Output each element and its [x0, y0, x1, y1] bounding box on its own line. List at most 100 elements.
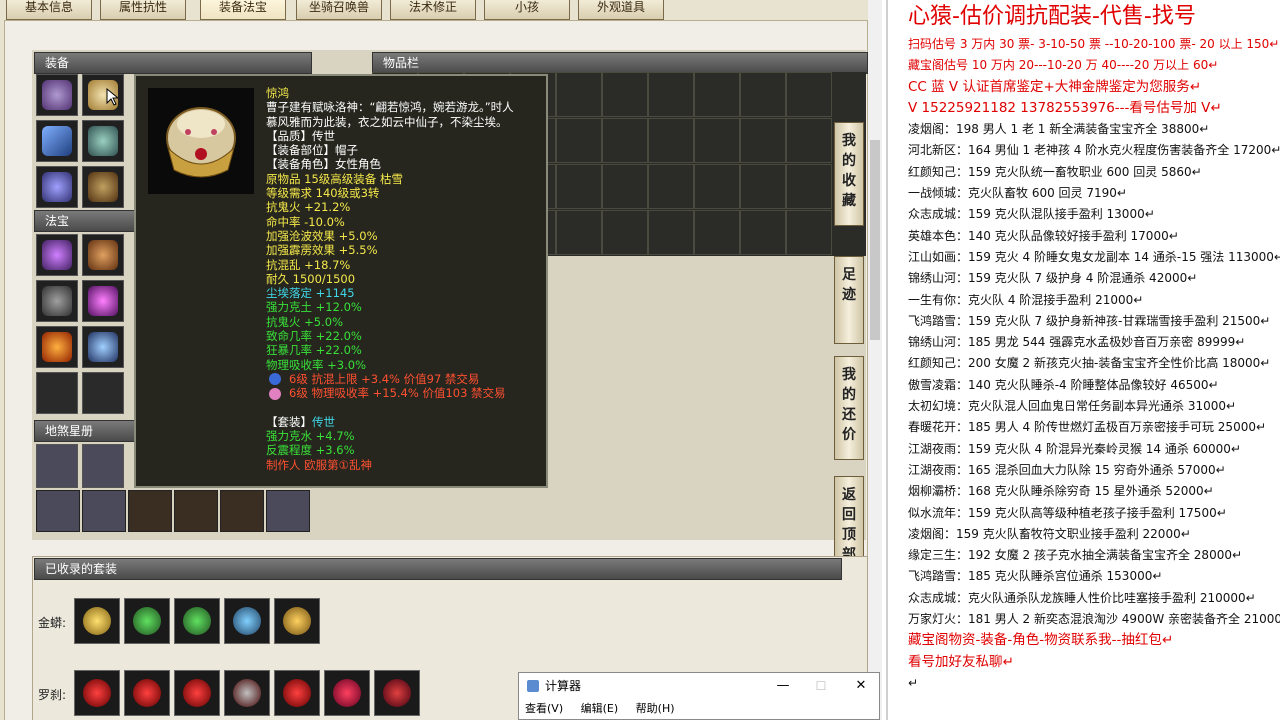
inventory-cell[interactable] [556, 164, 602, 209]
equip-slot-1[interactable] [36, 74, 78, 116]
account-listing: 锦绣山河：185 男龙 544 强霹克水孟极妙音百万亲密 89999↵ [908, 335, 1246, 350]
star-card[interactable] [220, 490, 264, 532]
suit-item[interactable] [74, 670, 120, 716]
inventory-cell[interactable] [740, 72, 786, 117]
inventory-cell[interactable] [556, 72, 602, 117]
account-listing: 众志成城：克火队通杀队龙族睡人性价比哇塞接手盈利 210000↵ [908, 590, 1256, 605]
tab-appearance[interactable]: 外观道具 [578, 0, 664, 20]
calculator-window[interactable]: 计算器 — ☐ ✕ 查看(V) 编辑(E) 帮助(H) [518, 672, 880, 720]
tooltip-line: 等级需求 140级或3转 [266, 186, 546, 200]
inventory-cell[interactable] [740, 210, 786, 255]
suit-item[interactable] [274, 670, 320, 716]
treasure-slot-5[interactable] [36, 326, 78, 368]
equip-slot-weapon[interactable] [36, 120, 78, 162]
account-listing: 江湖夜雨：159 克火队 4 阶混异光秦岭灵猴 14 通杀 60000↵ [908, 441, 1241, 456]
suit-item[interactable] [324, 670, 370, 716]
necklace-icon [333, 679, 361, 707]
star-card[interactable] [266, 490, 310, 532]
tooltip-line-text: 加强霹雳效果 +5.5% [266, 243, 378, 258]
page-scrollbar[interactable] [868, 0, 882, 720]
treasure-slot-3[interactable] [36, 280, 78, 322]
calculator-menubar: 查看(V) 编辑(E) 帮助(H) [519, 699, 879, 719]
suit-item[interactable] [224, 598, 270, 644]
suit-item[interactable] [74, 598, 120, 644]
tab-basic-info[interactable]: 基本信息 [6, 0, 92, 20]
suit-item[interactable] [174, 670, 220, 716]
suit-item[interactable] [224, 670, 270, 716]
account-listing: 飞鸿踏雪：185 克火队睡杀宫位通杀 153000↵ [908, 569, 1163, 584]
equip-slot-belt[interactable] [36, 166, 78, 208]
calculator-titlebar[interactable]: 计算器 — ☐ ✕ [519, 673, 879, 699]
inventory-cell[interactable] [602, 72, 648, 117]
tab-spell-correction[interactable]: 法术修正 [390, 0, 476, 20]
tooltip-line: 强力克土 +12.0% [266, 300, 546, 314]
inventory-cell[interactable] [648, 210, 694, 255]
inventory-cell[interactable] [786, 72, 832, 117]
footprint-button[interactable]: 足迹 [834, 256, 864, 344]
scroll-thumb[interactable] [870, 140, 880, 340]
inventory-cell[interactable] [694, 118, 740, 163]
treasure-slot-6[interactable] [82, 326, 124, 368]
treasure-header: 法宝 [34, 210, 142, 232]
treasure-slot-1[interactable] [36, 234, 78, 276]
tooltip-line: 反震程度 +3.6% [266, 443, 546, 457]
menu-view[interactable]: 查看(V) [525, 702, 563, 715]
suits-header: 已收录的套装 [34, 558, 842, 580]
tooltip-line: 制作人 欧服第①乱神 [266, 458, 546, 472]
inventory-cell[interactable] [694, 72, 740, 117]
tooltip-line: 耐久 1500/1500 [266, 272, 546, 286]
favorites-button[interactable]: 我的收藏 [834, 122, 864, 226]
tab-mount-summon[interactable]: 坐骑召唤兽 [296, 0, 382, 20]
equip-icon [42, 80, 72, 110]
cape-icon [283, 679, 311, 707]
treasure-slot-2[interactable] [82, 234, 124, 276]
inventory-cell[interactable] [786, 210, 832, 255]
my-bargain-button[interactable]: 我的还价 [834, 356, 864, 460]
close-button[interactable]: ✕ [851, 673, 871, 699]
star-card[interactable] [174, 490, 218, 532]
star-card[interactable] [128, 490, 172, 532]
tab-equipment-treasure[interactable]: 装备法宝 [200, 0, 286, 20]
account-listing: 春暖花开：185 男人 4 阶传世燃灯孟极百万亲密接手可玩 25000↵ [908, 420, 1267, 435]
suit-item[interactable] [124, 598, 170, 644]
suit-item[interactable] [274, 598, 320, 644]
tooltip-line: 【套装】传世 [266, 415, 546, 429]
inventory-cell[interactable] [786, 164, 832, 209]
inventory-cell[interactable] [740, 164, 786, 209]
inventory-cell[interactable] [602, 164, 648, 209]
inventory-cell[interactable] [740, 118, 786, 163]
tab-resistances[interactable]: 属性抗性 [100, 0, 186, 20]
inventory-cell[interactable] [602, 118, 648, 163]
star-card[interactable] [82, 444, 124, 488]
inventory-cell[interactable] [602, 210, 648, 255]
game-window: 基本信息 属性抗性 装备法宝 坐骑召唤兽 法术修正 小孩 外观道具 装备 物品栏… [0, 0, 870, 720]
suit-item[interactable] [374, 670, 420, 716]
equip-slot-armor[interactable] [82, 120, 124, 162]
inventory-cell[interactable] [786, 118, 832, 163]
treasure-slot-7[interactable] [36, 372, 78, 414]
maximize-button[interactable]: ☐ [811, 673, 831, 699]
tab-child[interactable]: 小孩 [484, 0, 570, 20]
star-card[interactable] [36, 444, 78, 488]
inventory-cell[interactable] [648, 118, 694, 163]
tooltip-line-text: 尘埃落定 +1145 [266, 286, 355, 301]
suit-item[interactable] [174, 598, 220, 644]
treasure-slot-4[interactable] [82, 280, 124, 322]
inventory-cell[interactable] [556, 210, 602, 255]
inventory-cell[interactable] [648, 164, 694, 209]
star-card[interactable] [36, 490, 80, 532]
menu-help[interactable]: 帮助(H) [636, 702, 675, 715]
suit-item[interactable] [124, 670, 170, 716]
star-card[interactable] [82, 490, 126, 532]
ad-footer-line: ↵ [908, 675, 919, 690]
menu-edit[interactable]: 编辑(E) [581, 702, 619, 715]
inventory-cell[interactable] [648, 72, 694, 117]
tooltip-line-text: 抗鬼火 +5.0% [266, 314, 344, 329]
equip-slot-shoes[interactable] [82, 166, 124, 208]
inventory-cell[interactable] [556, 118, 602, 163]
item-image [148, 88, 254, 194]
inventory-cell[interactable] [694, 164, 740, 209]
treasure-slot-8[interactable] [82, 372, 124, 414]
minimize-button[interactable]: — [773, 673, 793, 699]
inventory-cell[interactable] [694, 210, 740, 255]
